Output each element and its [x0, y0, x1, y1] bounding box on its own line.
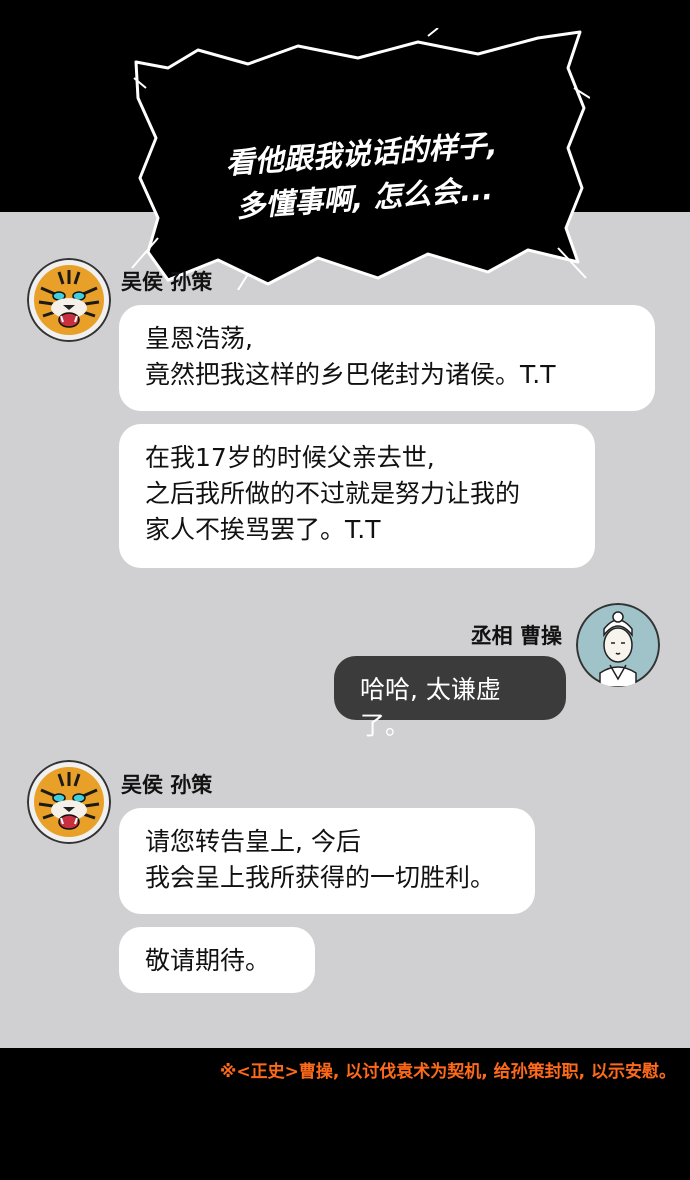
sun-ce-avatar: [27, 258, 111, 342]
tiger-icon: [27, 760, 111, 844]
historical-footnote: ※<正史>曹操, 以讨伐袁术为契机, 给孙策封职, 以示安慰。: [219, 1062, 676, 1082]
speaker-name: 吴侯 孙策: [121, 773, 213, 797]
chat-bubble: 请您转告皇上, 今后 我会呈上我所获得的一切胜利。: [119, 808, 535, 914]
chat-bubble: 在我17岁的时候父亲去世, 之后我所做的不过就是努力让我的 家人不挨骂罢了。T.…: [119, 424, 595, 568]
cao-cao-avatar: [576, 603, 660, 687]
speaker-name: 丞相 曹操: [470, 624, 562, 648]
tiger-icon: [27, 258, 111, 342]
chat-bubble-dark: 哈哈, 太谦虚了。: [334, 656, 566, 740]
sun-ce-avatar: [27, 760, 111, 844]
narration-box: 看他跟我说话的样子, 多懂事啊, 怎么会...: [128, 28, 590, 290]
chat-bubble: 皇恩浩荡, 竟然把我这样的乡巴佬封为诸侯。T.T: [119, 305, 655, 411]
chat-bubble: 敬请期待。: [119, 927, 315, 993]
speaker-name: 吴侯 孙策: [121, 270, 213, 294]
official-portrait-icon: [576, 603, 660, 687]
